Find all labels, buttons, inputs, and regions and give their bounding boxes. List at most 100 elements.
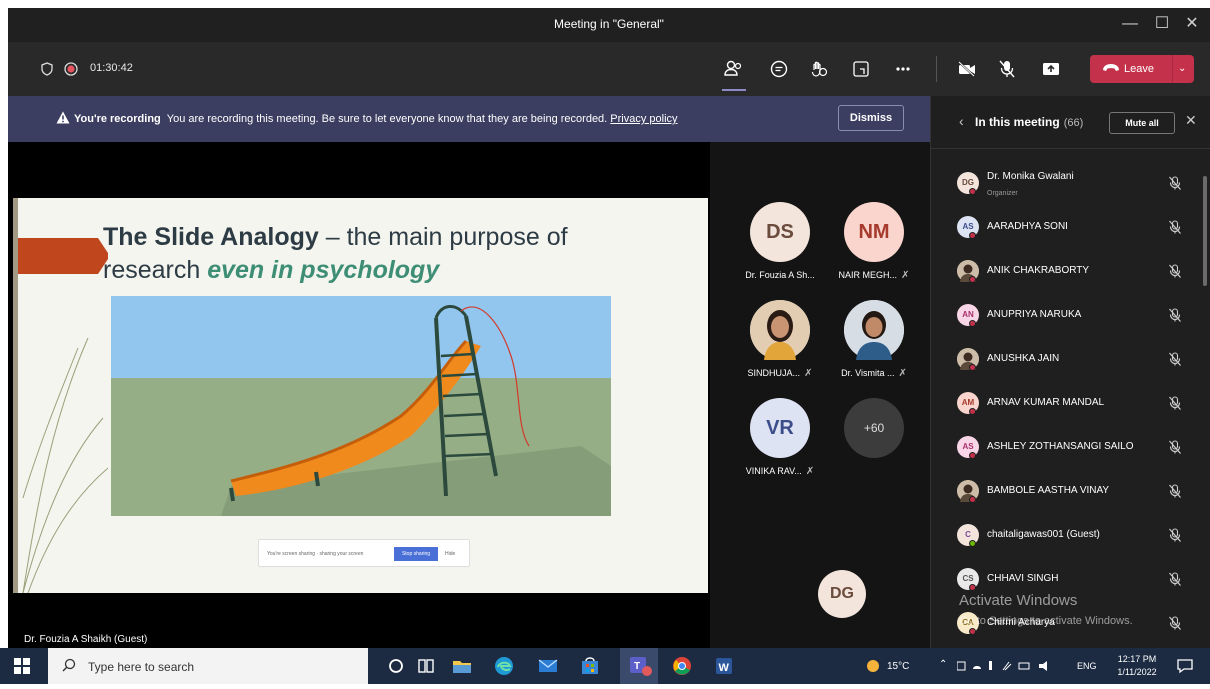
more-options-icon[interactable] [890, 56, 916, 82]
close-icon[interactable]: ✕ [1185, 112, 1197, 129]
title-bar: Meeting in "General" — ☐ ✕ [8, 8, 1210, 42]
slide-subtitle: research even in psychology [103, 256, 439, 285]
close-window-button[interactable]: ✕ [1180, 13, 1204, 35]
taskbar-clock[interactable]: 12:17 PM 1/11/2022 [1108, 653, 1166, 679]
file-explorer-icon[interactable] [450, 654, 474, 678]
mic-off-icon[interactable] [1167, 615, 1183, 631]
rooms-button[interactable] [848, 56, 874, 82]
mic-off-icon[interactable] [1167, 175, 1183, 191]
mic-off-icon[interactable] [1167, 483, 1183, 499]
participant-row[interactable]: AS AARADHYA SONI [931, 206, 1210, 250]
participant-row[interactable]: ANUSHKA JAIN [931, 338, 1210, 382]
avatar-photo [844, 300, 904, 360]
mic-off-icon[interactable] [1167, 439, 1183, 455]
mic-off-icon: ✗ [901, 270, 910, 281]
store-icon[interactable] [578, 654, 602, 678]
privacy-policy-link[interactable]: Privacy policy [610, 113, 677, 125]
word-icon[interactable]: W [712, 654, 736, 678]
dismiss-button[interactable]: Dismiss [838, 105, 904, 131]
participants-panel: ‹ In this meeting (66) Mute all ✕ DG Dr. M… [930, 96, 1210, 648]
maximize-button[interactable]: ☐ [1150, 13, 1174, 35]
participant-row[interactable]: ANIK CHAKRABORTY [931, 250, 1210, 294]
stop-sharing-button[interactable]: Stop sharing [394, 547, 438, 561]
share-screen-button[interactable] [1038, 56, 1064, 82]
watermark-title: Activate Windows [959, 592, 1078, 609]
slide-title-bold: The Slide Analogy [103, 223, 319, 251]
minimize-button[interactable]: — [1118, 13, 1142, 35]
presence-busy-icon [969, 628, 976, 635]
participant-count: (66) [1063, 117, 1084, 129]
teams-taskbar-icon[interactable]: T [620, 648, 658, 684]
mic-muted-button[interactable] [994, 56, 1020, 82]
participant-name: ANIK CHAKRABORTY [987, 265, 1090, 276]
taskbar-search[interactable]: Type here to search [48, 648, 368, 684]
participant-name: CHHAVI SINGH [987, 573, 1059, 584]
slide-subtitle-emphasis: even in psychology [207, 256, 440, 284]
phone-hangup-icon [1102, 62, 1120, 77]
participant-name: ANUPRIYA NARUKA [987, 309, 1082, 320]
panel-title: In this meeting [975, 115, 1060, 129]
chrome-icon[interactable] [670, 654, 694, 678]
mic-off-icon[interactable] [1167, 527, 1183, 543]
presence-busy-icon [969, 496, 976, 503]
banner-message: You are recording this meeting. Be sure … [166, 113, 608, 125]
mic-off-icon[interactable] [1167, 571, 1183, 587]
camera-off-button[interactable] [954, 56, 980, 82]
notifications-icon[interactable] [1176, 657, 1194, 675]
hide-button[interactable]: Hide [445, 551, 455, 557]
leave-button[interactable]: Leave ⌄ [1090, 55, 1194, 83]
chat-button[interactable] [766, 56, 792, 82]
participant-tile[interactable]: Dr. Vismita ... ✗ [826, 300, 922, 379]
participant-name: BAMBOLE AASTHA VINAY [987, 485, 1110, 496]
participant-tile[interactable]: NM NAIR MEGH... ✗ [826, 202, 922, 281]
reactions-button[interactable] [806, 56, 832, 82]
presence-busy-icon [969, 452, 976, 459]
self-avatar: DG [818, 570, 866, 618]
tile-name: VINIKA RAV... [745, 466, 802, 476]
mic-off-icon[interactable] [1167, 263, 1183, 279]
participant-role: Organizer [987, 190, 1018, 197]
language-indicator[interactable]: ENG [1077, 661, 1097, 671]
mic-off-icon[interactable] [1167, 219, 1183, 235]
participants-button[interactable] [720, 56, 746, 82]
slide-subtitle-plain: research [103, 256, 208, 284]
participant-row[interactable]: AM ARNAV KUMAR MANDAL [931, 382, 1210, 426]
presenter-name: Dr. Fouzia A Shaikh (Guest) [24, 634, 148, 645]
svg-text:T: T [634, 661, 640, 672]
mic-off-icon[interactable] [1167, 307, 1183, 323]
teams-window: Meeting in "General" — ☐ ✕ 01:30:42 Leav… [8, 8, 1210, 648]
overflow-tile[interactable]: +60 [826, 398, 922, 458]
participant-tile[interactable]: VR VINIKA RAV... ✗ [732, 398, 828, 477]
presence-busy-icon [969, 188, 976, 195]
participant-row[interactable]: Cchaitaligawas001 (Guest) [931, 514, 1210, 558]
weather-icon[interactable] [865, 658, 881, 677]
shield-icon [34, 56, 60, 82]
mic-off-icon[interactable] [1167, 351, 1183, 367]
tile-name: Dr. Vismita ... [841, 368, 895, 378]
mail-icon[interactable] [536, 654, 560, 678]
participant-row[interactable]: BAMBOLE AASTHA VINAY [931, 470, 1210, 514]
mute-all-button[interactable]: Mute all [1109, 112, 1175, 134]
self-view-tile[interactable]: DG [794, 570, 890, 618]
participant-row[interactable]: DG Dr. Monika Gwalani Organizer [931, 162, 1210, 206]
weather-temperature[interactable]: 15°C [887, 661, 909, 672]
cortana-icon[interactable] [384, 654, 408, 678]
mic-off-icon[interactable] [1167, 395, 1183, 411]
tray-overflow-icon[interactable]: ⌃ [939, 659, 947, 670]
tray-icons[interactable] [956, 660, 1067, 675]
sharing-notice-text: You're screen sharing · sharing your scr… [267, 551, 364, 557]
participant-tile[interactable]: DS Dr. Fouzia A Sh... [732, 202, 828, 280]
search-placeholder: Type here to search [88, 660, 195, 674]
presence-busy-icon [969, 232, 976, 239]
chevron-left-icon[interactable]: ‹ [959, 113, 964, 129]
edge-icon[interactable] [492, 654, 516, 678]
participant-row[interactable]: AN ANUPRIYA NARUKA [931, 294, 1210, 338]
participant-row[interactable]: AS ASHLEY ZOTHANSANGI SAILO [931, 426, 1210, 470]
tile-name: Dr. Fouzia A Sh... [745, 270, 815, 280]
sharing-notice-bar: You're screen sharing · sharing your scr… [258, 539, 470, 567]
slide-title: The Slide Analogy – the main purpose of [103, 223, 568, 252]
task-view-icon[interactable] [414, 654, 438, 678]
windows-start-icon[interactable] [14, 658, 30, 674]
chevron-down-icon[interactable]: ⌄ [1178, 63, 1186, 74]
participant-tile[interactable]: SINDHUJA... ✗ [732, 300, 828, 379]
